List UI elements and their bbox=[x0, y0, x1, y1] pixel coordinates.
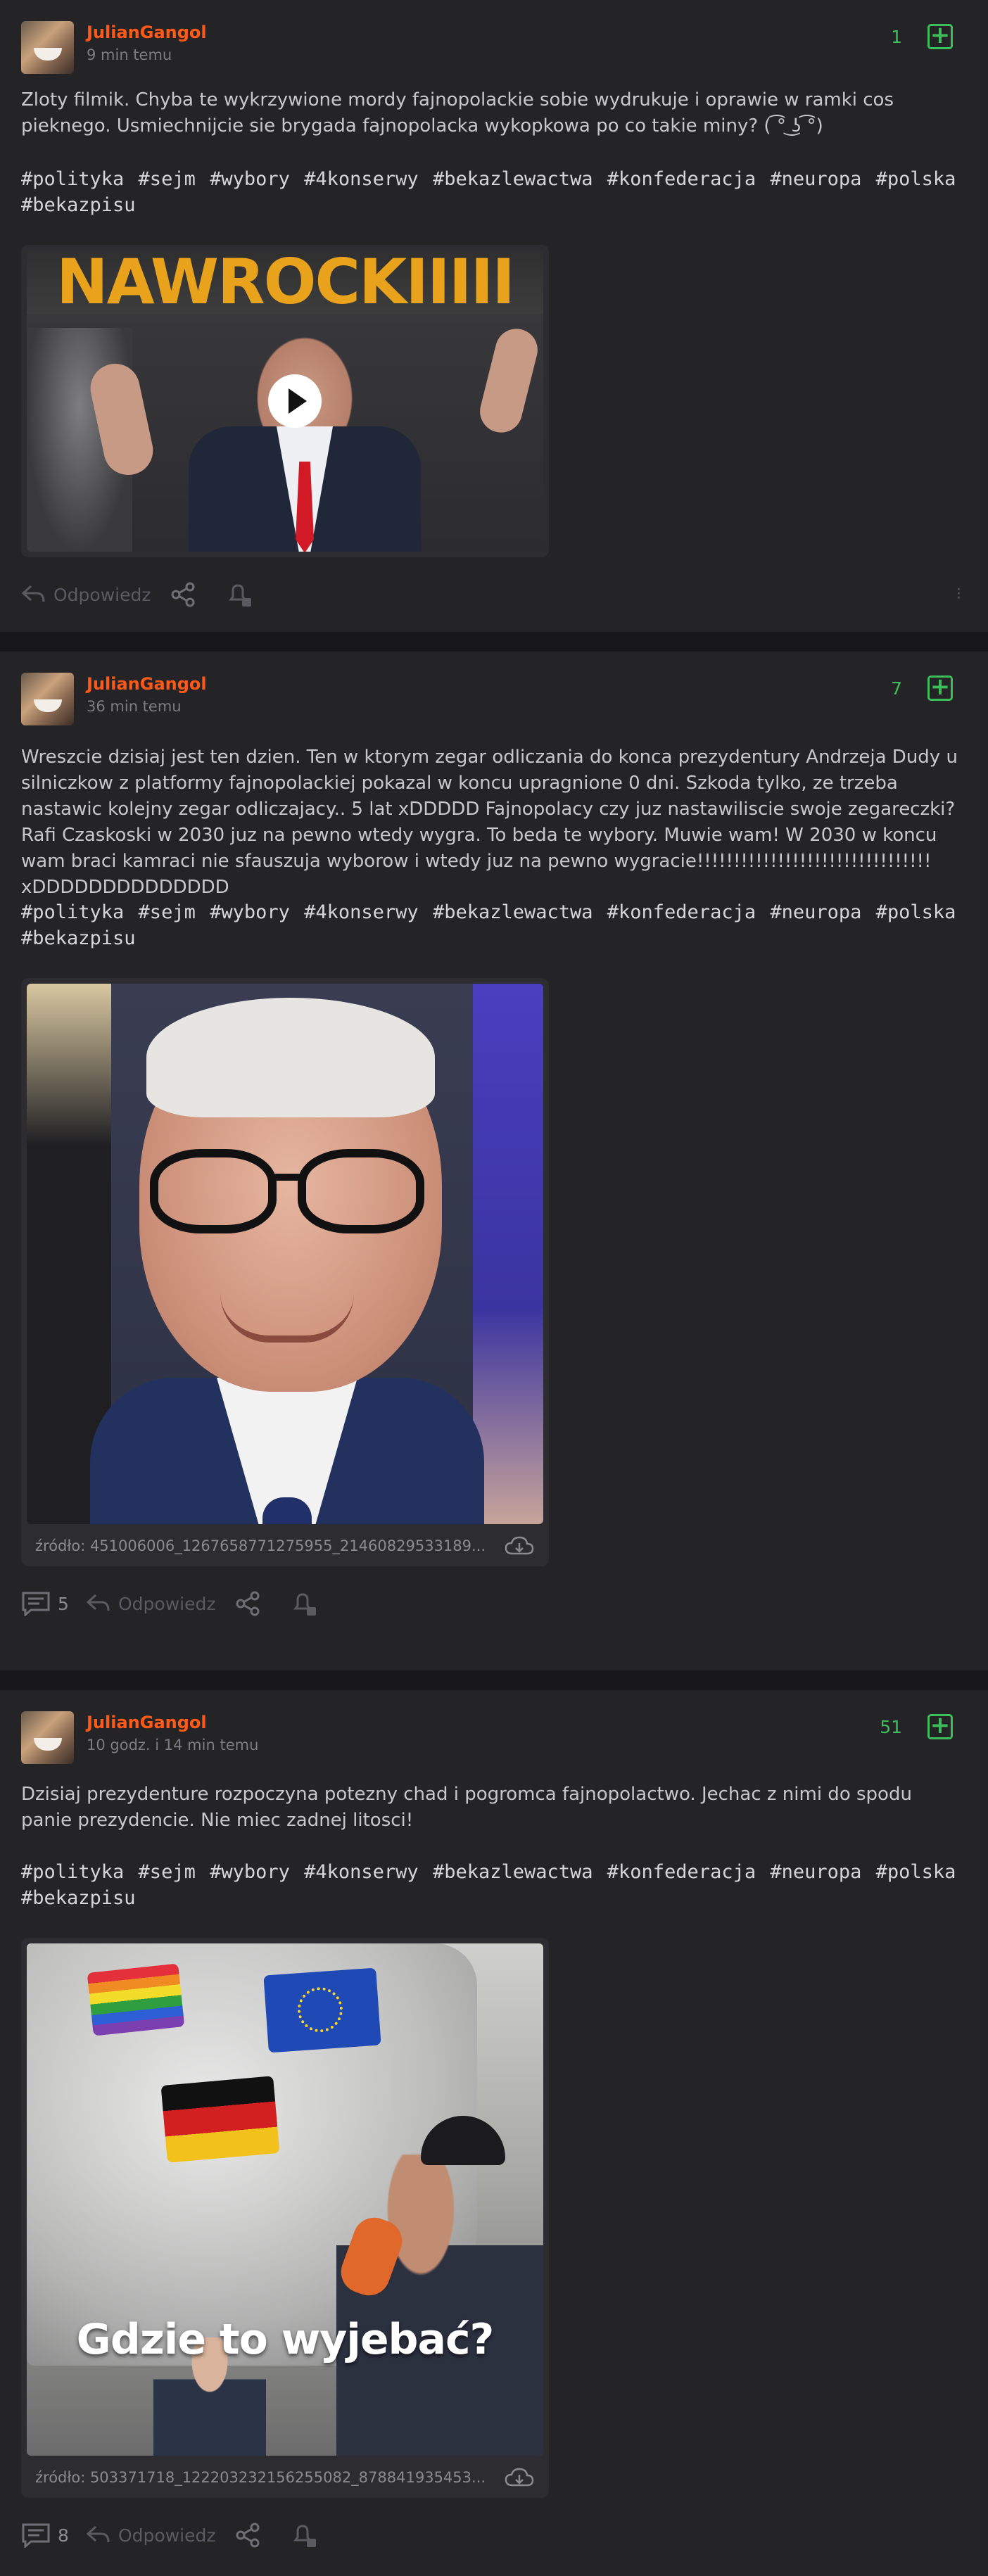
post-tags[interactable]: #polityka #sejm #wybory #4konserwy #beka… bbox=[21, 166, 964, 218]
notify-button[interactable] bbox=[290, 1587, 318, 1620]
vote-count: 1 bbox=[891, 27, 902, 47]
image-caption: Gdzie to wyjebać? bbox=[76, 2315, 495, 2364]
upvote-button[interactable]: + bbox=[927, 675, 953, 701]
share-icon bbox=[171, 582, 195, 607]
username[interactable]: JulianGangol bbox=[87, 23, 207, 42]
vote-count: 7 bbox=[891, 678, 902, 699]
image-glasses bbox=[298, 1149, 424, 1233]
post-tags[interactable]: #polityka #sejm #wybory #4konserwy #beka… bbox=[21, 1859, 964, 1911]
notify-button[interactable] bbox=[290, 2519, 318, 2551]
reply-button[interactable]: Odpowiedz bbox=[21, 578, 151, 611]
post-text: Wreszcie dzisiaj jest ten dzien. Ten w k… bbox=[21, 747, 958, 898]
post-separator bbox=[0, 632, 988, 652]
image-flag bbox=[263, 1967, 381, 2053]
video-thumbnail[interactable]: NAWROCKIIIII bbox=[27, 250, 543, 552]
comments-button[interactable]: 5 bbox=[21, 1587, 69, 1620]
post-header: JulianGangol 10 godz. i 14 min temu 51 + bbox=[21, 1711, 967, 1768]
comments-count: 8 bbox=[58, 2525, 69, 2546]
comment-icon bbox=[22, 1592, 50, 1616]
image-source[interactable]: źródło: 451006006_1267658771275955_21460… bbox=[35, 1537, 486, 1554]
share-button[interactable] bbox=[170, 578, 196, 611]
media-card[interactable]: NAWROCKIIIII bbox=[21, 245, 549, 557]
media-card[interactable]: źródło: 451006006_1267658771275955_21460… bbox=[21, 978, 549, 1566]
image-person bbox=[336, 2155, 543, 2456]
post-tags[interactable]: #polityka #sejm #wybory #4konserwy #beka… bbox=[21, 899, 964, 951]
comment-icon bbox=[22, 2523, 50, 2548]
thumbnail-banner: NAWROCKIIIII bbox=[27, 250, 543, 314]
notify-icon bbox=[229, 584, 251, 607]
image-source-row: źródło: 451006006_1267658771275955_21460… bbox=[35, 1533, 535, 1561]
download-icon[interactable] bbox=[504, 2467, 535, 2488]
post-header: JulianGangol 9 min temu 1 + bbox=[21, 21, 967, 77]
post-2: JulianGangol 36 min temu 7 + Wreszcie dz… bbox=[0, 652, 988, 1670]
upvote-button[interactable]: + bbox=[927, 1713, 953, 1739]
username[interactable]: JulianGangol bbox=[87, 674, 207, 694]
timestamp[interactable]: 10 godz. i 14 min temu bbox=[87, 1737, 258, 1753]
avatar[interactable] bbox=[21, 673, 74, 725]
post-separator bbox=[0, 1670, 988, 1690]
share-icon bbox=[236, 1591, 260, 1616]
share-button[interactable] bbox=[235, 1587, 260, 1620]
image-source-row: źródło: 503371718_122203232156255082_878… bbox=[35, 2464, 535, 2492]
post-actions: 5 Odpowiedz bbox=[21, 1587, 967, 1620]
notify-icon bbox=[293, 2525, 316, 2547]
reply-label: Odpowiedz bbox=[118, 1593, 216, 1614]
comments-button[interactable]: 8 bbox=[21, 2519, 69, 2551]
post-header: JulianGangol 36 min temu 7 + bbox=[21, 673, 967, 729]
post-actions: 8 Odpowiedz bbox=[21, 2519, 967, 2551]
reply-icon bbox=[21, 585, 45, 602]
image-background bbox=[473, 984, 543, 1524]
image-hair bbox=[146, 998, 435, 1117]
post-image[interactable]: Gdzie to wyjebać? bbox=[27, 1943, 543, 2456]
share-button[interactable] bbox=[235, 2519, 260, 2551]
media-card[interactable]: Gdzie to wyjebać? źródło: 503371718_1222… bbox=[21, 1938, 549, 2498]
play-icon[interactable] bbox=[268, 374, 322, 428]
reply-label: Odpowiedz bbox=[118, 2525, 216, 2546]
image-flag bbox=[87, 1963, 185, 2036]
post-3: JulianGangol 10 godz. i 14 min temu 51 +… bbox=[0, 1690, 988, 2576]
vote-count: 51 bbox=[880, 1717, 902, 1737]
avatar[interactable] bbox=[21, 1711, 74, 1764]
reply-icon bbox=[86, 1594, 110, 1611]
post-actions: Odpowiedz · · · bbox=[21, 578, 967, 611]
reply-icon bbox=[86, 2525, 110, 2543]
comments-count: 5 bbox=[58, 1593, 69, 1614]
post-1: JulianGangol 9 min temu 1 + Zloty filmik… bbox=[0, 0, 988, 632]
timestamp[interactable]: 36 min temu bbox=[87, 698, 182, 715]
share-icon bbox=[236, 2523, 260, 2548]
download-icon[interactable] bbox=[504, 1535, 535, 1556]
image-source[interactable]: źródło: 503371718_122203232156255082_878… bbox=[35, 2469, 486, 2486]
post-image[interactable] bbox=[27, 984, 543, 1524]
reply-button[interactable]: Odpowiedz bbox=[86, 2519, 215, 2551]
image-glasses-bridge bbox=[273, 1174, 301, 1181]
more-icon[interactable]: · · · bbox=[956, 583, 961, 607]
upvote-button[interactable]: + bbox=[927, 23, 953, 49]
image-flag bbox=[160, 2076, 280, 2163]
image-glasses bbox=[150, 1149, 277, 1233]
reply-button[interactable]: Odpowiedz bbox=[86, 1587, 215, 1620]
reply-label: Odpowiedz bbox=[53, 584, 151, 605]
notify-button[interactable] bbox=[225, 578, 253, 611]
thumbnail-hand bbox=[475, 324, 543, 438]
timestamp[interactable]: 9 min temu bbox=[87, 46, 172, 63]
avatar[interactable] bbox=[21, 21, 74, 74]
post-text: Zloty filmik. Chyba te wykrzywione mordy… bbox=[21, 89, 894, 137]
notify-icon bbox=[293, 1593, 316, 1616]
post-text: Dzisiaj prezydenture rozpoczyna potezny … bbox=[21, 1784, 912, 1831]
username[interactable]: JulianGangol bbox=[87, 1713, 207, 1732]
